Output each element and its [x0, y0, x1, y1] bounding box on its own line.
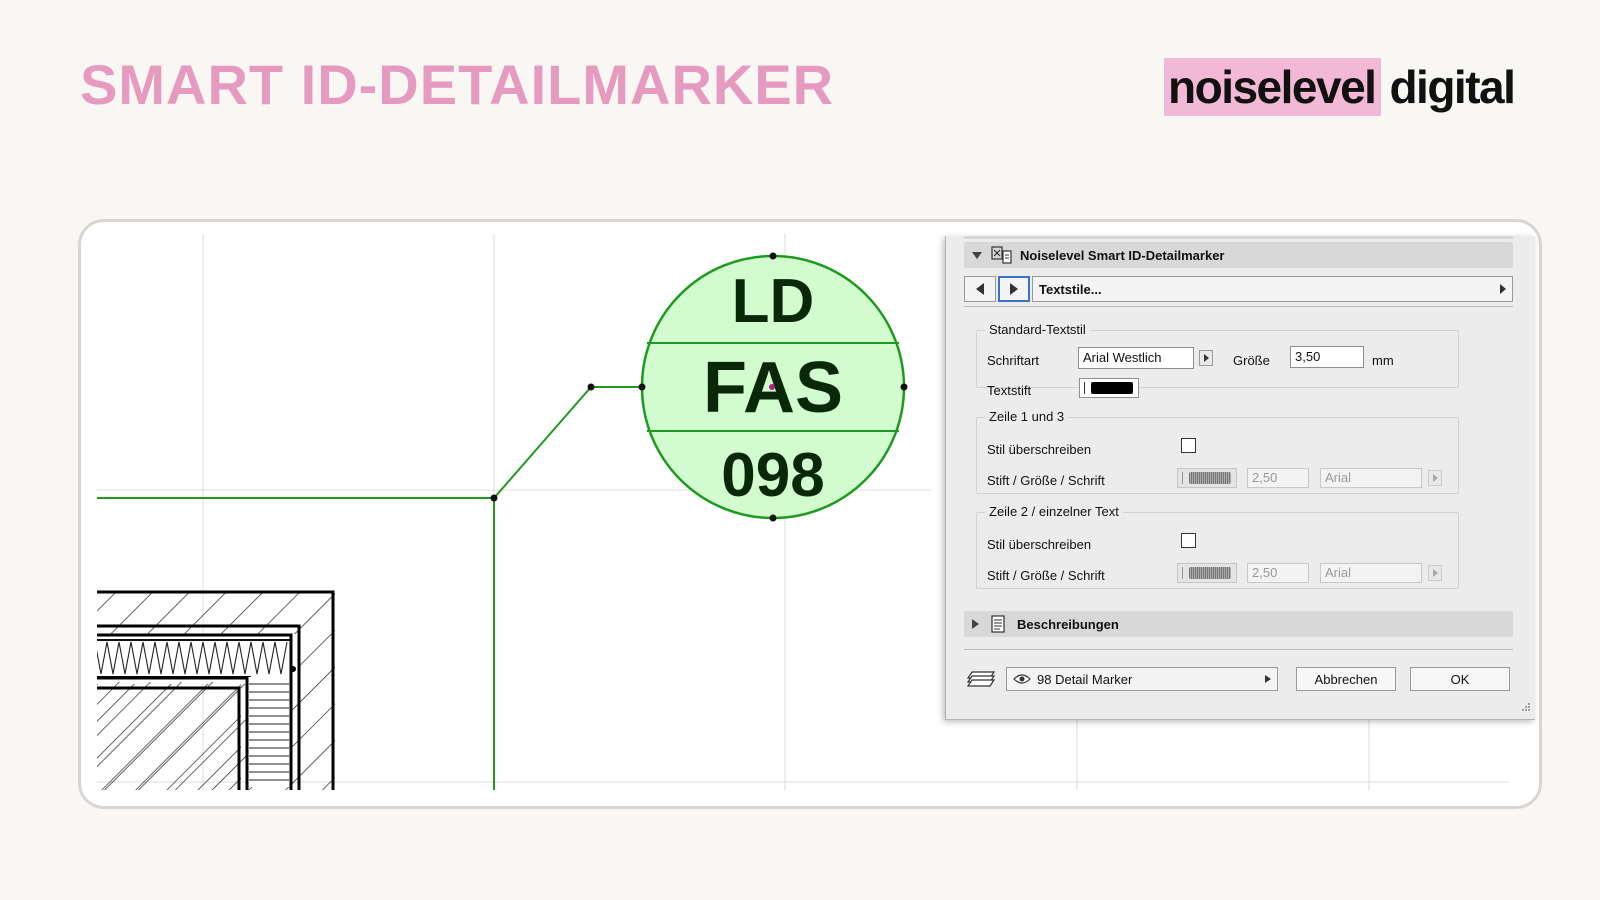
font-field[interactable]: Arial Westlich	[1078, 347, 1194, 369]
text-pen-label: Textstift	[987, 383, 1032, 398]
font-picker-button[interactable]	[1199, 350, 1213, 366]
marker-settings-icon	[990, 245, 1012, 265]
collapse-triangle-icon[interactable]	[972, 251, 982, 259]
document-icon	[987, 614, 1009, 634]
pen-tick-icon	[1182, 472, 1183, 484]
pen-size-font-label-lines-1-3: Stift / Größe / Schrift	[987, 473, 1105, 488]
next-page-button[interactable]	[998, 276, 1030, 302]
group-title-line-2: Zeile 2 / einzelner Text	[985, 504, 1123, 519]
leader-node-elbow[interactable]	[587, 383, 595, 391]
pen-color-swatch	[1091, 382, 1133, 394]
arrow-right-icon	[1010, 283, 1018, 295]
marker-handle-left[interactable]	[638, 383, 646, 391]
override-style-label-line-2: Stil überschreiben	[987, 537, 1092, 552]
wall-section-drawing	[97, 590, 335, 790]
eye-icon	[1013, 673, 1031, 685]
page-navigation-bar: Textstile...	[964, 276, 1513, 302]
chevron-right-icon	[1265, 675, 1271, 683]
previous-page-button[interactable]	[964, 276, 996, 302]
font-picker-button-line-2[interactable]	[1428, 565, 1442, 581]
chevron-right-icon	[1432, 569, 1438, 577]
font-field-line-2[interactable]: Arial	[1320, 563, 1422, 583]
marker-handle-bottom[interactable]	[769, 514, 777, 522]
detail-marker-symbol[interactable]: LD FAS 098	[640, 254, 906, 520]
override-style-checkbox-lines-1-3[interactable]	[1181, 438, 1196, 453]
ok-button[interactable]: OK	[1410, 667, 1510, 691]
brand-logo: noiselevel digital	[1164, 58, 1516, 116]
marker-row-1: LD	[732, 267, 815, 336]
resize-grip-icon[interactable]	[1521, 700, 1531, 715]
arrow-left-icon	[976, 283, 984, 295]
cancel-button[interactable]: Abbrechen	[1296, 667, 1396, 691]
pen-tick-icon	[1084, 382, 1085, 394]
section-header-smart-id[interactable]: Noiselevel Smart ID-Detailmarker	[964, 242, 1513, 268]
group-title-standard: Standard-Textstil	[985, 322, 1090, 337]
group-title-lines-1-3: Zeile 1 und 3	[985, 409, 1069, 424]
pen-swatch-disabled	[1189, 567, 1231, 579]
size-input[interactable]: 3,50	[1290, 346, 1364, 368]
override-style-label-lines-1-3: Stil überschreiben	[987, 442, 1092, 457]
logo-word-noiselevel: noiselevel	[1164, 58, 1382, 116]
font-field-lines-1-3[interactable]: Arial	[1320, 468, 1422, 488]
group-lines-1-and-3: Zeile 1 und 3 Stil überschreiben Stift /…	[976, 409, 1459, 494]
font-picker-button-lines-1-3[interactable]	[1428, 470, 1442, 486]
layer-select-value: 98 Detail Marker	[1037, 671, 1133, 687]
chevron-right-icon	[1500, 284, 1506, 294]
footer-divider	[964, 649, 1513, 650]
marker-handle-top[interactable]	[769, 252, 777, 260]
marker-row-3: 098	[721, 441, 824, 510]
font-label: Schriftart	[987, 353, 1040, 368]
marker-center-point[interactable]	[769, 384, 775, 390]
pen-swatch-disabled	[1189, 472, 1231, 484]
chevron-right-icon	[1203, 354, 1209, 362]
override-style-checkbox-line-2[interactable]	[1181, 533, 1196, 548]
expand-triangle-icon[interactable]	[972, 619, 979, 629]
dialog-top-divider	[964, 236, 1513, 239]
page-title: SMART ID-DETAILMARKER	[80, 53, 835, 116]
text-pen-picker[interactable]	[1079, 378, 1139, 398]
marker-handle-right[interactable]	[900, 383, 908, 391]
layers-icon	[966, 670, 996, 691]
size-input-line-2[interactable]: 2,50	[1247, 563, 1309, 583]
navigation-divider	[964, 306, 1513, 307]
group-standard-textstyle: Standard-Textstil Schriftart Arial Westl…	[976, 322, 1459, 398]
section-header-descriptions[interactable]: Beschreibungen	[964, 611, 1513, 637]
size-label: Größe	[1233, 353, 1270, 368]
size-input-lines-1-3[interactable]: 2,50	[1247, 468, 1309, 488]
group-line-2: Zeile 2 / einzelner Text Stil überschrei…	[976, 504, 1459, 589]
logo-word-digital: digital	[1389, 61, 1515, 113]
pen-size-font-label-line-2: Stift / Größe / Schrift	[987, 568, 1105, 583]
size-unit-label: mm	[1372, 353, 1394, 368]
page-select-value: Textstile...	[1039, 281, 1102, 297]
leader-node-corner[interactable]	[490, 494, 498, 502]
pen-picker-lines-1-3[interactable]	[1177, 468, 1237, 488]
descriptions-title: Beschreibungen	[1017, 616, 1119, 632]
layer-select-dropdown[interactable]: 98 Detail Marker	[1006, 667, 1278, 691]
section-title: Noiselevel Smart ID-Detailmarker	[1020, 247, 1225, 263]
page-select-dropdown[interactable]: Textstile...	[1032, 276, 1513, 302]
pen-tick-icon	[1182, 567, 1183, 579]
settings-dialog: Noiselevel Smart ID-Detailmarker Textsti…	[945, 236, 1535, 720]
chevron-right-icon	[1432, 474, 1438, 482]
pen-picker-line-2[interactable]	[1177, 563, 1237, 583]
